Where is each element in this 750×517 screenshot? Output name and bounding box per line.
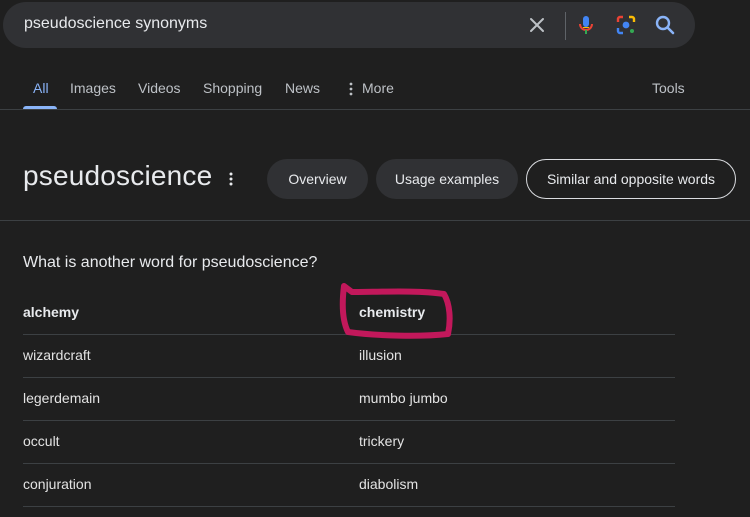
synonyms-question: What is another word for pseudoscience? bbox=[23, 254, 318, 271]
synonym-link[interactable]: diabolism bbox=[359, 476, 418, 492]
usage-examples-button[interactable]: Usage examples bbox=[376, 159, 518, 199]
synonym-link[interactable]: wizardcraft bbox=[23, 347, 91, 363]
google-lens-icon[interactable] bbox=[614, 13, 638, 37]
tab-images[interactable]: Images bbox=[70, 80, 116, 96]
tab-videos[interactable]: Videos bbox=[138, 80, 181, 96]
tools-button[interactable]: Tools bbox=[652, 80, 685, 96]
table-row: legerdemain mumbo jumbo bbox=[23, 378, 675, 421]
close-icon[interactable] bbox=[525, 13, 549, 37]
tabs-divider bbox=[0, 109, 750, 110]
synonym-link[interactable]: chemistry bbox=[359, 304, 425, 320]
table-row: alchemy chemistry bbox=[23, 292, 675, 335]
search-input[interactable]: pseudoscience synonyms bbox=[24, 15, 207, 33]
overview-button[interactable]: Overview bbox=[267, 159, 368, 199]
more-vert-icon bbox=[349, 82, 353, 96]
synonym-link[interactable]: illusion bbox=[359, 347, 402, 363]
tab-more[interactable]: More bbox=[362, 80, 394, 96]
tab-news[interactable]: News bbox=[285, 80, 320, 96]
word-title: pseudoscience bbox=[23, 160, 213, 191]
table-row: occult trickery bbox=[23, 421, 675, 464]
synonym-link[interactable]: occult bbox=[23, 433, 60, 449]
synonym-link[interactable]: alchemy bbox=[23, 304, 79, 320]
synonym-link[interactable]: trickery bbox=[359, 433, 404, 449]
table-row: wizardcraft illusion bbox=[23, 335, 675, 378]
more-options-icon[interactable] bbox=[228, 171, 234, 187]
search-icon[interactable] bbox=[653, 13, 677, 37]
table-row: conjuration diabolism bbox=[23, 464, 675, 507]
tab-all[interactable]: All bbox=[33, 80, 49, 96]
tab-shopping[interactable]: Shopping bbox=[203, 80, 262, 96]
similar-opposite-words-button[interactable]: Similar and opposite words bbox=[526, 159, 736, 199]
search-bar[interactable]: pseudoscience synonyms bbox=[3, 2, 695, 48]
synonym-link[interactable]: legerdemain bbox=[23, 390, 100, 406]
synonym-link[interactable]: conjuration bbox=[23, 476, 92, 492]
synonym-link[interactable]: mumbo jumbo bbox=[359, 390, 448, 406]
search-bar-divider bbox=[565, 12, 566, 40]
header-divider bbox=[0, 220, 750, 221]
search-results-page: pseudoscience synonyms All Images Videos… bbox=[0, 0, 750, 517]
microphone-icon[interactable] bbox=[574, 13, 598, 37]
synonyms-table: alchemy chemistry wizardcraft illusion l… bbox=[23, 292, 675, 507]
search-tabs: All Images Videos Shopping News More Too… bbox=[0, 70, 750, 110]
